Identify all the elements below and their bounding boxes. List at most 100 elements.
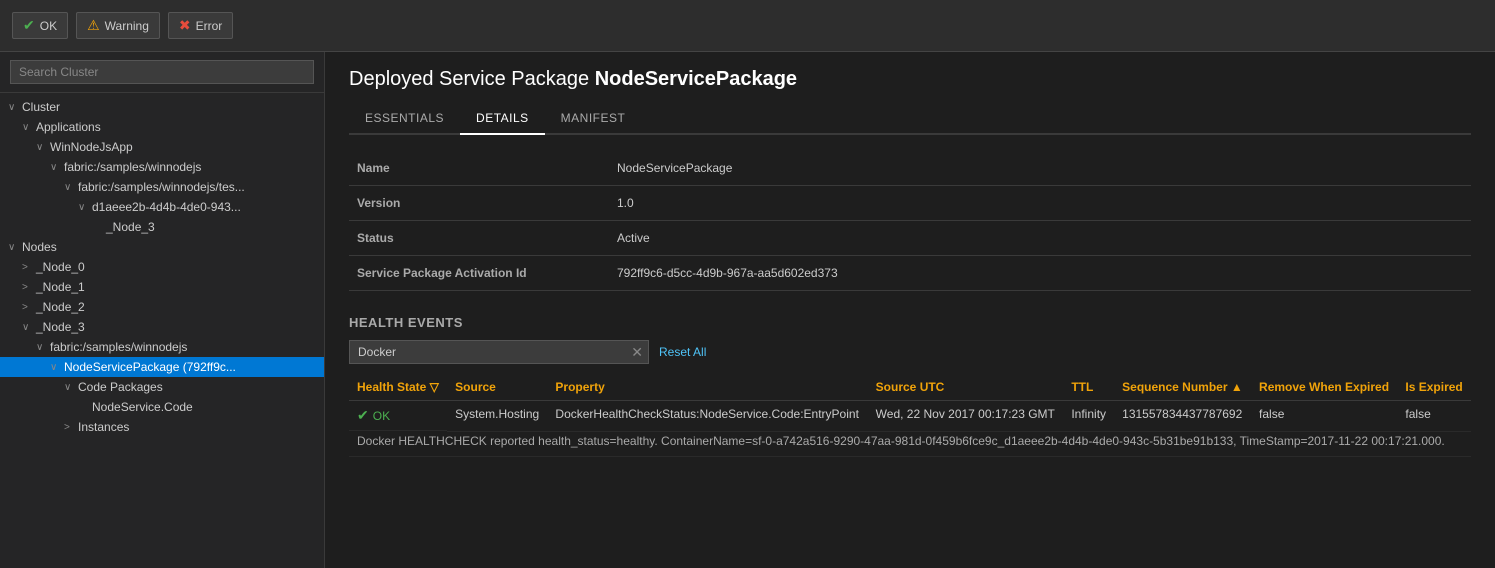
warning-icon: ⚠ [87,17,100,34]
tab-manifest[interactable]: MANIFEST [545,103,642,135]
tree-item-fabric-node3[interactable]: ∨fabric:/samples/winnodejs [0,337,324,357]
error-button[interactable]: ✖ Error [168,12,233,39]
tree-arrow: > [22,302,36,313]
tree-label: _Node_1 [36,280,324,294]
tree-arrow: ∨ [22,122,36,133]
sidebar: ∨Cluster∨Applications∨WinNodeJsApp∨fabri… [0,52,325,568]
info-value: 1.0 [609,186,1471,221]
tree-item-node3[interactable]: ∨_Node_3 [0,317,324,337]
tree-arrow: ∨ [78,202,92,213]
tree-label: Nodes [22,240,324,254]
tree-arrow: ∨ [64,382,78,393]
tree-item-cluster[interactable]: ∨Cluster [0,97,324,117]
tree-label: fabric:/samples/winnodejs [50,340,324,354]
tree-item-fabric-samples-winnodejs[interactable]: ∨fabric:/samples/winnodejs [0,157,324,177]
tree-item-node0[interactable]: >_Node_0 [0,257,324,277]
health-state-label: OK [373,409,390,423]
health-col-source: Source [447,374,547,401]
tree-item-nodeservicepackage[interactable]: ∨NodeServicePackage (792ff9c... [0,357,324,377]
health-col-health-state[interactable]: Health State ▽ [349,374,447,401]
tree-label: _Node_2 [36,300,324,314]
tree-arrow: ∨ [8,242,22,253]
tree-item-code-packages[interactable]: ∨Code Packages [0,377,324,397]
info-table: NameNodeServicePackageVersion1.0StatusAc… [349,151,1471,291]
error-icon: ✖ [179,17,191,34]
health-col-ttl: TTL [1063,374,1114,401]
tree-label: NodeServicePackage (792ff9c... [64,360,324,374]
tree-arrow: ∨ [8,102,22,113]
tree-label: _Node_3 [36,320,324,334]
tree-arrow: > [22,282,36,293]
tab-essentials[interactable]: ESSENTIALS [349,103,460,135]
tree-label: Applications [36,120,324,134]
tree-item-node1[interactable]: >_Node_1 [0,277,324,297]
search-input[interactable] [10,60,314,84]
tree-item-nodeservice-code[interactable]: NodeService.Code [0,397,324,417]
tree-label: Code Packages [78,380,324,394]
tree-item-instances[interactable]: >Instances [0,417,324,437]
tree-label: fabric:/samples/winnodejs/tes... [78,180,324,194]
tree-arrow: > [64,422,78,433]
tree-arrow: ∨ [22,322,36,333]
tabs: ESSENTIALSDETAILSMANIFEST [349,103,1471,135]
info-value: Active [609,221,1471,256]
health-filter-input[interactable] [349,340,649,364]
tree-item-winnodejsapp[interactable]: ∨WinNodeJsApp [0,137,324,157]
health-ok-icon: ✔ [357,407,369,424]
ok-icon: ✔ [23,17,35,34]
error-label: Error [196,19,223,33]
info-label: Version [349,186,609,221]
tree-item-d1aeee2b[interactable]: ∨d1aeee2b-4d4b-4de0-943... [0,197,324,217]
info-value: NodeServicePackage [609,151,1471,186]
health-col-is-expired: Is Expired [1397,374,1471,401]
info-label: Service Package Activation Id [349,256,609,291]
tree-label: WinNodeJsApp [50,140,324,154]
tree-arrow: > [22,262,36,273]
reset-all-button[interactable]: Reset All [659,345,706,359]
health-source-cell: System.Hosting [447,401,547,432]
info-row: NameNodeServicePackage [349,151,1471,186]
tree-label: Cluster [22,100,324,114]
warning-button[interactable]: ⚠ Warning [76,12,160,39]
health-table-header-row: Health State ▽SourcePropertySource UTCTT… [349,374,1471,401]
health-filter-row: ✕ Reset All [349,340,1471,364]
tab-details[interactable]: DETAILS [460,103,545,135]
health-ttl-cell: Infinity [1063,401,1114,432]
health-events-title: HEALTH EVENTS [349,315,1471,330]
health-col-property: Property [547,374,867,401]
tree-item-fabric-samples-winnodejs-tes[interactable]: ∨fabric:/samples/winnodejs/tes... [0,177,324,197]
top-bar: ✔ OK ⚠ Warning ✖ Error [0,0,1495,52]
health-table: Health State ▽SourcePropertySource UTCTT… [349,374,1471,457]
tree-arrow: ∨ [50,362,64,373]
tree-item-node3-leaf[interactable]: _Node_3 [0,217,324,237]
tree-label: fabric:/samples/winnodejs [64,160,324,174]
info-label: Status [349,221,609,256]
tree-arrow: ∨ [36,342,50,353]
health-seq-cell: 131557834437787692 [1114,401,1251,432]
tree-arrow: ∨ [64,182,78,193]
health-state-cell: ✔ OK [349,401,447,431]
page-header: Deployed Service Package NodeServicePack… [325,52,1495,135]
info-row: StatusActive [349,221,1471,256]
health-col-remove-when-expired: Remove When Expired [1251,374,1397,401]
page-title: Deployed Service Package NodeServicePack… [349,68,1471,91]
tree-item-applications[interactable]: ∨Applications [0,117,324,137]
content-area: Deployed Service Package NodeServicePack… [325,52,1495,568]
filter-clear-icon[interactable]: ✕ [631,344,643,361]
health-col-sequence-number[interactable]: Sequence Number ▲ [1114,374,1251,401]
health-col-source-utc: Source UTC [868,374,1064,401]
info-row: Version1.0 [349,186,1471,221]
ok-button[interactable]: ✔ OK [12,12,68,39]
tree-arrow: ∨ [36,142,50,153]
health-remove-cell: false [1251,401,1397,432]
details-section: NameNodeServicePackageVersion1.0StatusAc… [325,135,1495,473]
health-utc-cell: Wed, 22 Nov 2017 00:17:23 GMT [868,401,1064,432]
tree-arrow: ∨ [50,162,64,173]
ok-label: OK [40,19,57,33]
health-description-cell: Docker HEALTHCHECK reported health_statu… [349,431,1471,456]
warning-label: Warning [105,19,149,33]
health-description-row: Docker HEALTHCHECK reported health_statu… [349,431,1471,456]
tree-item-node2[interactable]: >_Node_2 [0,297,324,317]
tree-item-nodes[interactable]: ∨Nodes [0,237,324,257]
main-layout: ∨Cluster∨Applications∨WinNodeJsApp∨fabri… [0,52,1495,568]
